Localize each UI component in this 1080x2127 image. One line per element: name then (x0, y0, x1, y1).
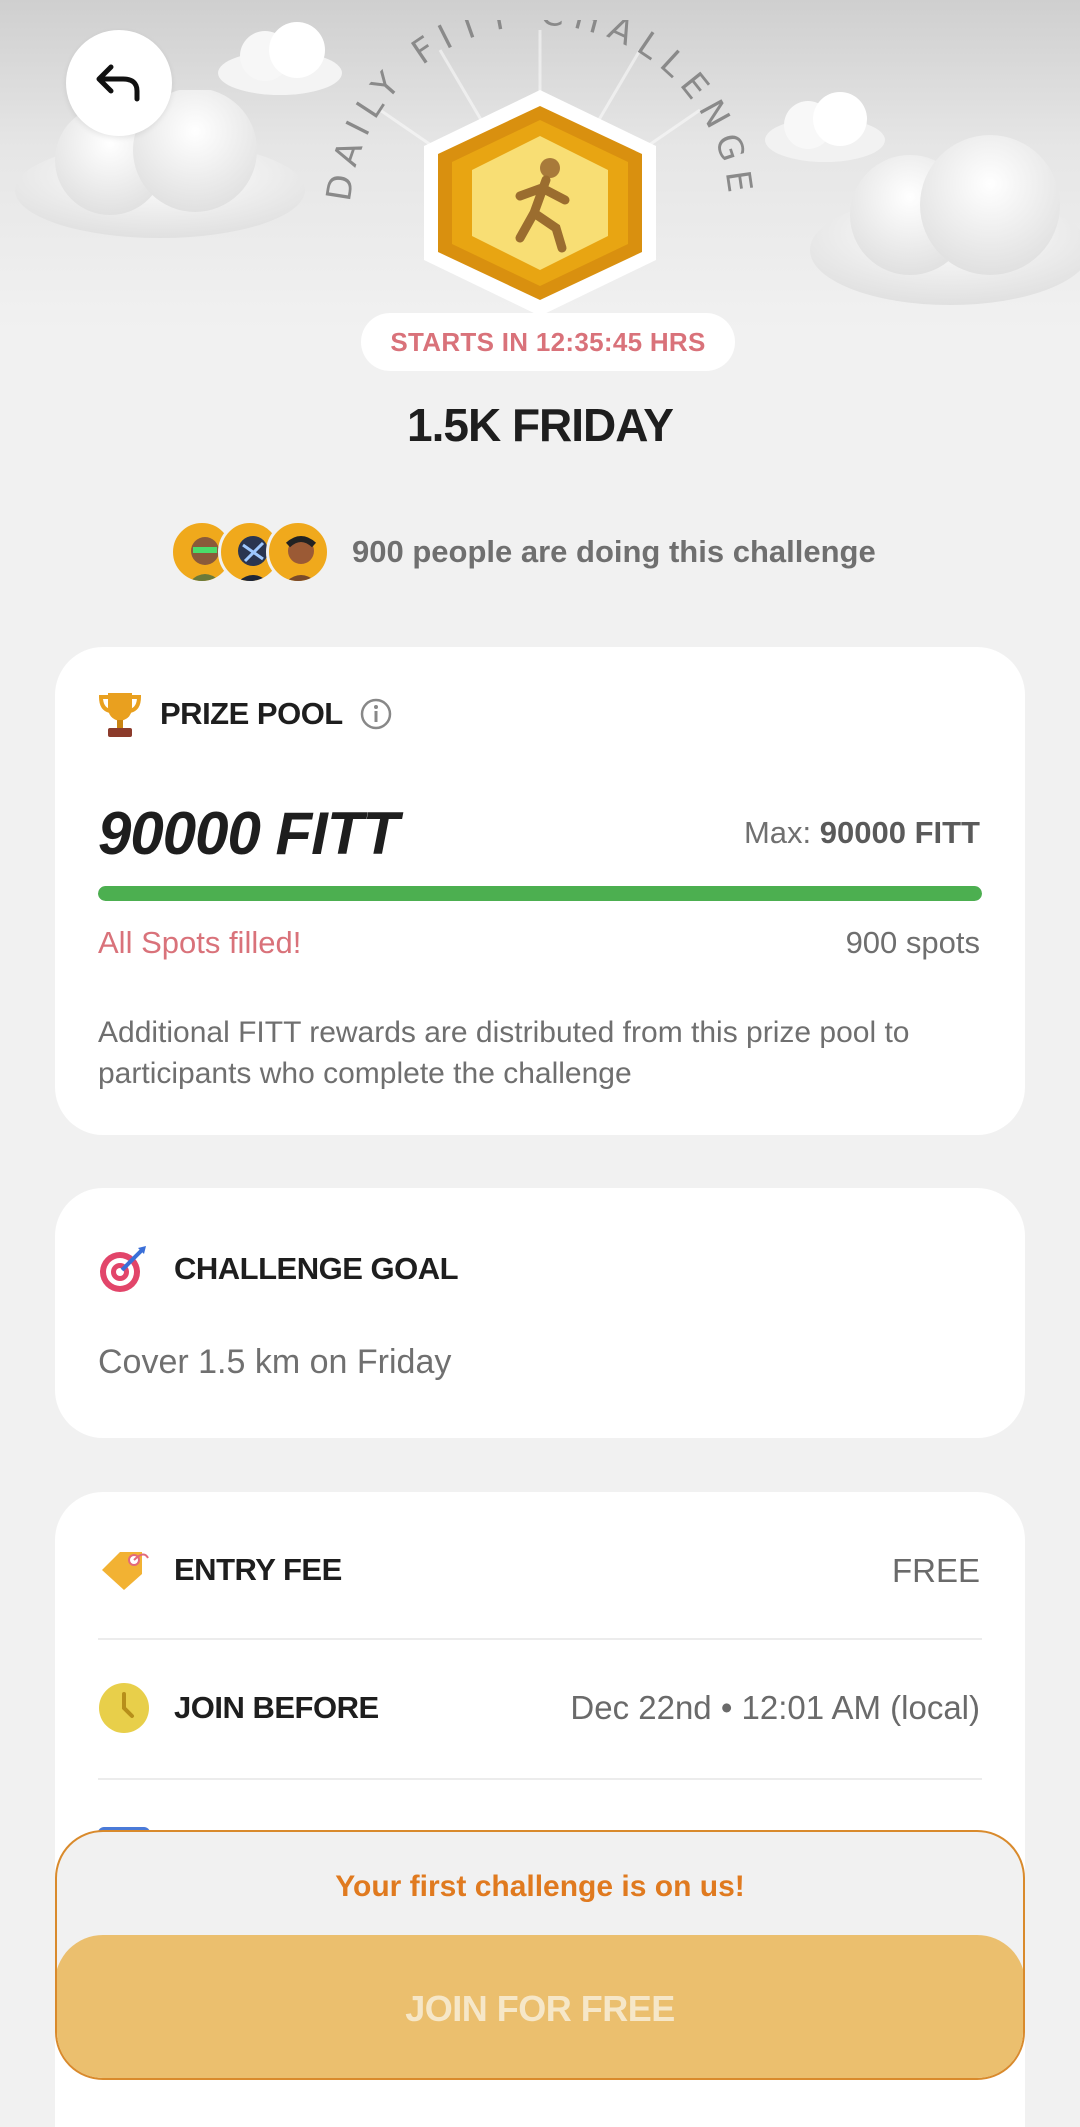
challenge-goal-text: Cover 1.5 km on Friday (98, 1343, 452, 1381)
prize-max-label: Max: (743, 815, 820, 850)
prize-max-value: 90000 FITT (819, 815, 980, 850)
prize-pool-description: Additional FITT rewards are distributed … (98, 1016, 910, 1090)
back-arrow-icon (96, 64, 140, 102)
info-icon[interactable] (359, 697, 393, 731)
challenge-goal-label: CHALLENGE GOAL (174, 1251, 459, 1286)
challenge-title: 1.5K FRIDAY (407, 399, 674, 451)
target-icon (100, 1246, 146, 1292)
prize-pool-label: PRIZE POOL (160, 696, 343, 731)
spots-count: 900 spots (845, 925, 980, 960)
join-before-value: Dec 22nd • 12:01 AM (local) (570, 1689, 980, 1726)
promo-text: Your first challenge is on us! (335, 1870, 745, 1903)
join-for-free-button[interactable]: JOIN FOR FREE (57, 1935, 1023, 2078)
spots-status: All Spots filled! (98, 925, 302, 960)
prize-pool-header: PRIZE POOL (98, 689, 393, 739)
spots-progress-bar (98, 886, 982, 901)
divider (98, 1638, 982, 1640)
prize-pool-card: PRIZE POOL 90000 FITT Max: 90000 FITT Al… (55, 647, 1025, 1135)
prize-amount: 90000 FITT (98, 800, 399, 867)
trophy-icon (98, 693, 142, 737)
spots-progress-fill (98, 886, 982, 901)
entry-fee-label: ENTRY FEE (174, 1552, 342, 1587)
challenge-goal-header: CHALLENGE GOAL (98, 1244, 459, 1294)
join-before-label: JOIN BEFORE (174, 1690, 379, 1725)
back-button[interactable] (66, 30, 172, 136)
runner-badge-icon (424, 90, 656, 316)
starts-in-countdown: STARTS IN 12:35:45 HRS (361, 313, 735, 371)
entry-fee-row: ENTRY FEE (98, 1548, 342, 1592)
join-before-row: JOIN BEFORE (98, 1682, 379, 1734)
divider (98, 1778, 982, 1780)
avatar (266, 520, 330, 584)
participants-row: 900 people are doing this challenge (170, 520, 876, 584)
participants-count-text: 900 people are doing this challenge (352, 534, 876, 569)
prize-max: Max: 90000 FITT (744, 815, 980, 851)
join-panel: Your first challenge is on us! JOIN FOR … (55, 1830, 1025, 2080)
clock-icon (99, 1683, 149, 1733)
price-tag-icon (102, 1552, 149, 1590)
entry-fee-value: FREE (891, 1552, 980, 1589)
cloud-decoration (810, 135, 1080, 305)
challenge-goal-card: CHALLENGE GOAL Cover 1.5 km on Friday (55, 1188, 1025, 1438)
